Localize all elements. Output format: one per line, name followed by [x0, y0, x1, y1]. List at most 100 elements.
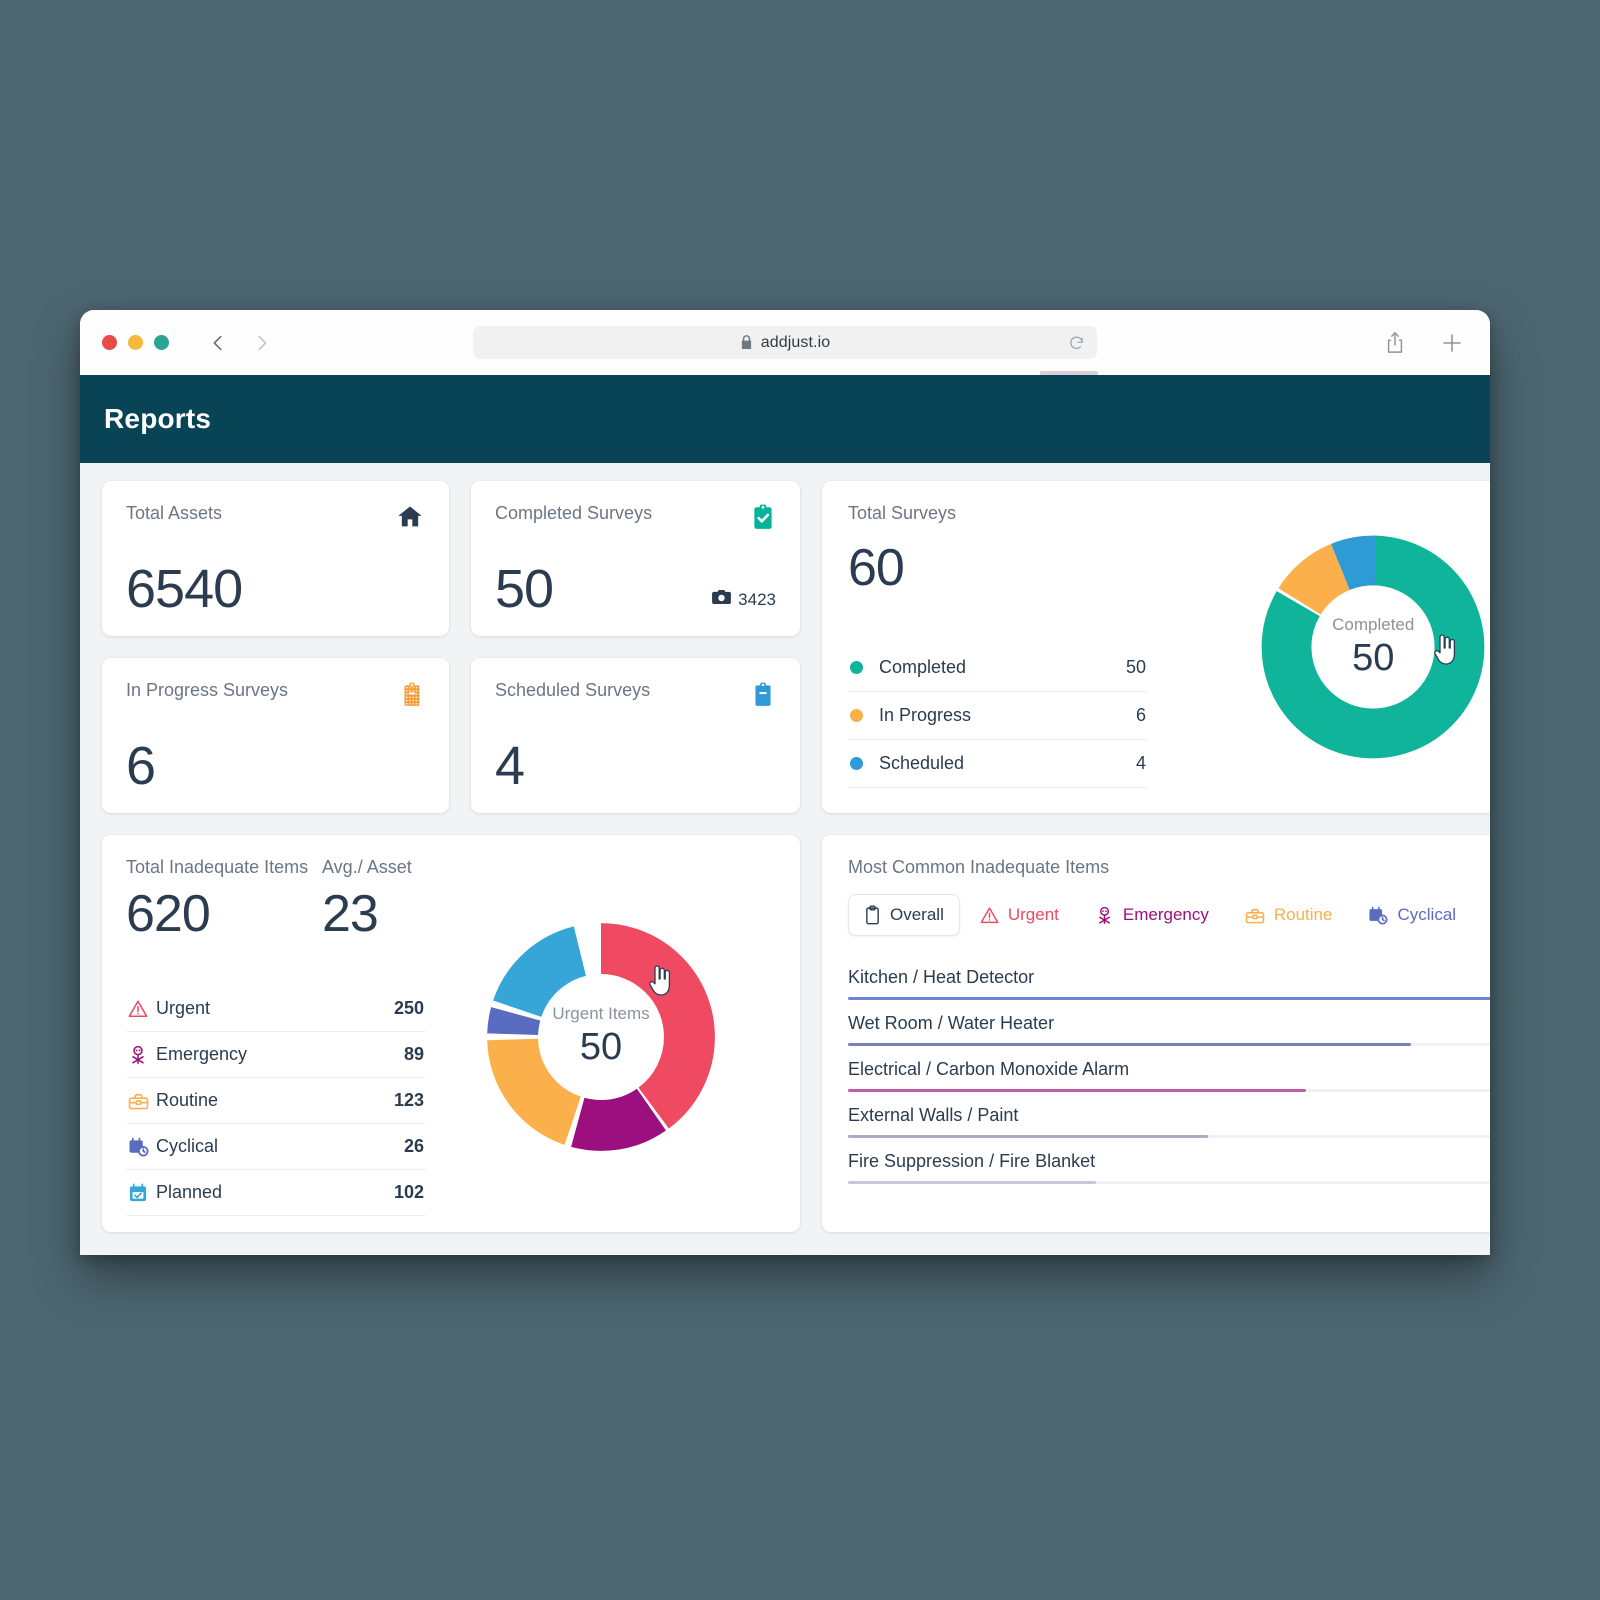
address-bar-container[interactable]: addjust.io	[473, 326, 1097, 359]
common-item-name: Electrical / Carbon Monoxide Alarm	[848, 1059, 1130, 1079]
card-total-assets-value: 6540	[126, 559, 243, 619]
inadequate-row-routine[interactable]: Routine 123	[126, 1078, 426, 1124]
inadequate-row-label: Planned	[156, 1182, 223, 1202]
card-completed-surveys-label: Completed Surveys	[495, 503, 653, 523]
inadequate-total-value: 620	[126, 885, 211, 943]
page-title: Reports	[104, 403, 212, 434]
inadequate-row-cyclical[interactable]: Cyclical 26	[126, 1124, 426, 1170]
home-icon	[395, 503, 425, 536]
tab-label: Overall	[890, 905, 944, 924]
address-bar[interactable]: addjust.io	[473, 326, 1097, 359]
inadequate-row-emergency[interactable]: Emergency 89	[126, 1032, 426, 1078]
common-item-name: Fire Suppression / Fire Blanket	[848, 1151, 1096, 1171]
tab-emergency[interactable]: Emergency	[1079, 894, 1225, 936]
legend-label: Completed	[879, 657, 967, 677]
tab-planned[interactable]: Planned	[1476, 894, 1490, 936]
common-item-track	[848, 1043, 1490, 1046]
inadequate-row-planned[interactable]: Planned 102	[126, 1170, 426, 1216]
card-completed-surveys[interactable]: Completed Surveys 50 3423	[471, 481, 800, 636]
card-total-inadequate-items[interactable]: Total Inadequate Items Avg./ Asset 620 2…	[102, 835, 800, 1232]
legend-value: 6	[1135, 705, 1146, 725]
clipboard-progress-icon	[399, 680, 425, 713]
partial-card-left[interactable]	[102, 1254, 800, 1255]
window-traffic-lights[interactable]	[102, 335, 169, 350]
common-item-track	[848, 1135, 1490, 1138]
app-viewport: Reports Total Assets 6540 Completed Surv…	[80, 375, 1490, 1255]
most-common-title: Most Common Inadequate Items	[848, 857, 1110, 877]
inadequate-row-label: Urgent	[156, 998, 211, 1018]
card-total-assets[interactable]: Total Assets 6540	[102, 481, 449, 636]
tab-cyclical[interactable]: Cyclical	[1352, 894, 1472, 936]
calendar-clock-icon	[128, 1137, 156, 1157]
surveys-donut-chart[interactable]: Completed 50	[1242, 516, 1490, 778]
card-total-surveys-value: 60	[848, 539, 905, 597]
tab-routine[interactable]: Routine	[1229, 894, 1349, 936]
browser-toolbar-right[interactable]	[1384, 310, 1464, 375]
partial-card-right[interactable]	[822, 1254, 1468, 1255]
back-icon[interactable]	[205, 330, 231, 356]
minimize-window-button[interactable]	[128, 335, 143, 350]
tab-label: Urgent	[1007, 905, 1059, 924]
browser-chrome: addjust.io	[80, 310, 1490, 375]
legend-value: 50	[1125, 657, 1146, 677]
inadequate-row-urgent[interactable]: Urgent 250	[126, 986, 426, 1032]
maximize-window-button[interactable]	[154, 335, 169, 350]
inadequate-donut-svg[interactable]	[467, 903, 735, 1171]
common-item-bar	[848, 1089, 1306, 1092]
bottom-partial-cards	[80, 1254, 1490, 1255]
card-scheduled-surveys[interactable]: Scheduled Surveys 4	[471, 658, 800, 813]
new-tab-icon[interactable]	[1440, 331, 1464, 355]
photo-count: 3423	[712, 589, 776, 616]
toolbox-icon	[1245, 907, 1265, 924]
dashboard-grid: Total Assets 6540 Completed Surveys 50 3…	[80, 463, 1490, 1232]
inadequate-row-value: 250	[393, 998, 424, 1018]
card-most-common-inadequate-items[interactable]: Most Common Inadequate Items Overall Urg…	[822, 835, 1490, 1232]
lock-icon	[740, 335, 753, 350]
reload-icon[interactable]	[1068, 334, 1085, 351]
photo-count-value: 3423	[738, 589, 776, 609]
tab-overall[interactable]: Overall	[848, 894, 960, 936]
common-item-bar	[848, 997, 1490, 1000]
card-completed-surveys-value: 50	[495, 559, 554, 619]
common-item[interactable]: Wet Room / Water Heater 45	[848, 1000, 1490, 1046]
total-surveys-legend: Completed 50 In Progress 6 Scheduled 4	[848, 644, 1148, 788]
inadequate-row-label: Cyclical	[156, 1136, 219, 1156]
share-icon[interactable]	[1384, 331, 1406, 355]
close-window-button[interactable]	[102, 335, 117, 350]
common-item[interactable]: Electrical / Carbon Monoxide Alarm 33	[848, 1046, 1490, 1092]
clipboard-check-icon	[750, 503, 776, 536]
common-item[interactable]: Fire Suppression / Fire Blanket 12	[848, 1138, 1490, 1184]
card-total-surveys[interactable]: Total Surveys 60 Completed 50 In Progres…	[822, 481, 1490, 813]
common-item-track	[848, 1089, 1490, 1092]
inadequate-donut-chart[interactable]: Urgent Items 50	[467, 903, 735, 1171]
forward-icon[interactable]	[249, 330, 275, 356]
legend-item-scheduled[interactable]: Scheduled 4	[848, 740, 1148, 788]
common-item-name: Kitchen / Heat Detector	[848, 967, 1035, 987]
tab-indicator	[1040, 371, 1098, 375]
common-items-list: Kitchen / Heat Detector 54 Wet Room / Wa…	[848, 954, 1490, 1184]
tab-label: Routine	[1273, 905, 1333, 924]
category-tabs[interactable]: Overall Urgent Emergency Routine Cyclica…	[848, 894, 1490, 936]
inadequate-avg-value: 23	[322, 885, 379, 943]
card-scheduled-surveys-label: Scheduled Surveys	[495, 680, 651, 700]
card-total-surveys-label: Total Surveys	[848, 503, 957, 523]
hazard-skull-icon	[1095, 906, 1114, 925]
card-in-progress-surveys-value: 6	[126, 736, 156, 796]
inadequate-row-value: 26	[403, 1136, 424, 1156]
legend-item-in-progress[interactable]: In Progress 6	[848, 692, 1148, 740]
app-header: Reports	[80, 375, 1490, 463]
surveys-donut-svg[interactable]	[1242, 516, 1490, 778]
hazard-skull-icon	[128, 1045, 156, 1065]
tab-urgent[interactable]: Urgent	[964, 894, 1075, 936]
browser-nav-buttons[interactable]	[205, 330, 275, 356]
inadequate-row-value: 102	[393, 1182, 424, 1202]
inadequate-chart-area: Urgent Items 50	[426, 857, 776, 1216]
card-scheduled-surveys-value: 4	[495, 736, 525, 796]
card-in-progress-surveys[interactable]: In Progress Surveys 6	[102, 658, 449, 813]
common-item[interactable]: External Walls / Paint 21	[848, 1092, 1490, 1138]
legend-item-completed[interactable]: Completed 50	[848, 644, 1148, 692]
total-surveys-summary: Total Surveys 60 Completed 50 In Progres…	[848, 503, 1148, 791]
clipboard-minus-icon	[750, 680, 776, 713]
calendar-check-icon	[128, 1183, 156, 1203]
common-item[interactable]: Kitchen / Heat Detector 54	[848, 954, 1490, 1000]
